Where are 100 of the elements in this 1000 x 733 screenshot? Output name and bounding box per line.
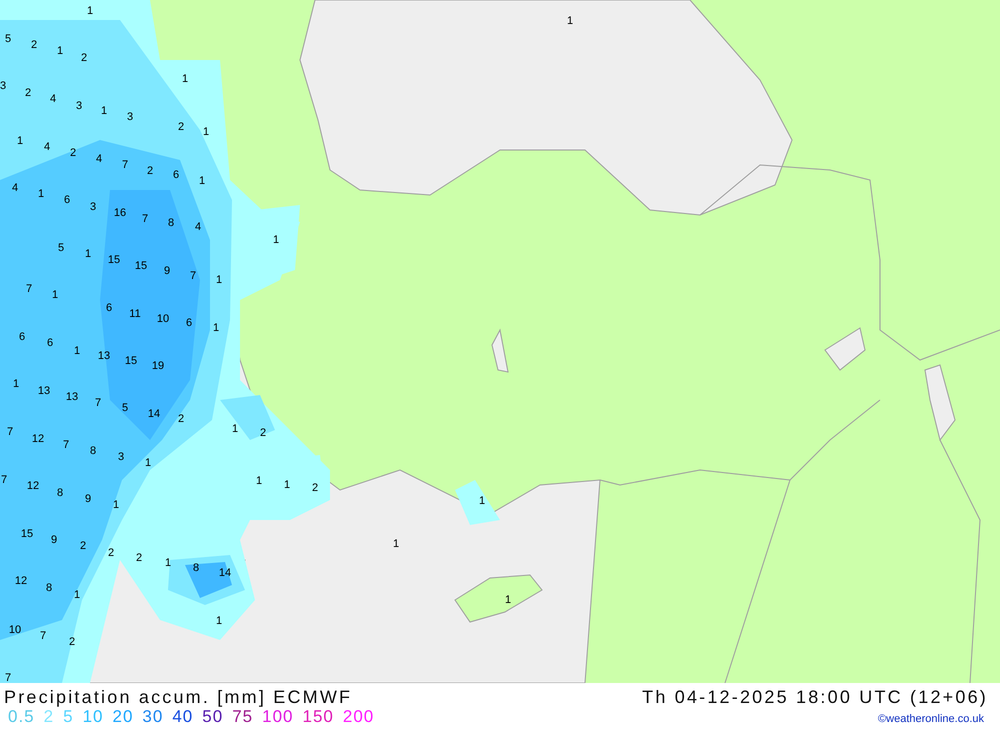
precipitation-value-label: 9 [50,534,58,546]
precipitation-value-label: 16 [114,207,126,219]
precipitation-value-label: 14 [148,408,160,420]
precipitation-value-label: 6 [18,331,26,343]
precipitation-value-label: 10 [8,624,22,636]
precipitation-value-label: 8 [192,562,200,574]
precipitation-value-label: 1 [86,5,94,17]
precipitation-value-label: 1 [56,45,64,57]
precipitation-value-label: 15 [124,355,138,367]
legend-value: 10 [82,707,104,727]
precipitation-value-label: 7 [6,426,14,438]
precipitation-value-label: 13 [38,385,50,397]
credit-text: ©weatheronline.co.uk [878,712,984,726]
precipitation-value-label: 1 [16,135,24,147]
precipitation-value-label: 9 [164,265,170,277]
precipitation-value-label: 6 [186,317,192,329]
precipitation-value-label: 2 [146,165,154,177]
precipitation-value-label: 2 [70,147,76,159]
precipitation-value-label: 12 [14,575,28,587]
precipitation-value-label: 1 [198,175,206,187]
precipitation-value-label: 3 [126,111,134,123]
precipitation-value-label: 6 [46,337,54,349]
precipitation-value-label: 6 [106,302,112,314]
precipitation-value-label: 9 [84,493,92,505]
legend-value: 200 [342,707,374,727]
precipitation-value-label: 15 [134,260,148,272]
legend-value: 5 [63,707,74,727]
precipitation-value-label: 7 [62,439,70,451]
precipitation-value-label: 12 [26,480,40,492]
legend-value: 150 [302,707,334,727]
precipitation-value-label: 2 [260,427,266,439]
precipitation-value-label: 7 [4,672,12,683]
precipitation-value-label: 4 [44,141,50,153]
precipitation-value-label: 2 [178,121,184,133]
precipitation-value-label: 5 [4,33,12,45]
precipitation-value-label: 1 [212,322,220,334]
precipitation-value-label: 2 [136,552,142,564]
precipitation-value-label: 2 [80,540,86,552]
legend-value: 30 [142,707,164,727]
precipitation-value-label: 15 [108,254,120,266]
precipitation-value-label: 6 [172,169,180,181]
precipitation-value-label: 3 [118,451,124,463]
precipitation-value-label: 1 [182,73,188,85]
precipitation-value-label: 7 [0,474,8,486]
precipitation-value-label: 1 [74,345,80,357]
precipitation-value-label: 8 [46,582,52,594]
precipitation-value-label: 1 [272,234,280,246]
precipitation-value-label: 1 [112,499,120,511]
precipitation-value-label: 19 [152,360,164,372]
precipitation-value-label: 2 [80,52,88,64]
precipitation-value-label: 1 [100,105,108,117]
precipitation-value-label: 1 [216,274,222,286]
precipitation-value-label: 2 [178,413,184,425]
precipitation-value-label: 5 [58,242,64,254]
precipitation-value-label: 4 [194,221,202,233]
precipitation-value-label: 2 [30,39,38,51]
legend-value: 75 [232,707,254,727]
valid-time: Th 04-12-2025 18:00 UTC (12+06) [642,687,988,707]
precipitation-value-label: 7 [142,213,148,225]
precipitation-value-label: 6 [64,194,70,206]
precipitation-value-label: 1 [566,15,574,27]
precipitation-value-label: 7 [40,630,46,642]
legend-value: 100 [262,707,294,727]
precipitation-value-label: 4 [12,182,18,194]
precipitation-value-label: 7 [94,397,102,409]
precipitation-value-label: 2 [312,482,318,494]
precipitation-value-label: 1 [392,538,400,550]
precipitation-value-label: 4 [96,153,102,165]
precipitation-value-label: 2 [24,87,32,99]
precipitation-value-label: 1 [216,615,222,627]
precipitation-value-label: 11 [129,308,141,320]
precipitation-value-label: 2 [108,547,114,559]
precipitation-value-label: 8 [56,487,64,499]
precipitation-value-label: 1 [12,378,20,390]
legend-value: 40 [172,707,194,727]
precipitation-value-label: 1 [144,457,152,469]
precipitation-value-label: 1 [478,495,486,507]
precipitation-value-label: 7 [190,270,196,282]
precipitation-value-label: 3 [0,80,6,92]
precipitation-value-label: 1 [38,188,44,200]
precipitation-value-label: 3 [90,201,96,213]
precipitation-value-label: 1 [84,248,92,260]
precipitation-value-label: 1 [202,126,210,138]
map-title: Precipitation accum. [mm] ECMWF [4,687,352,707]
precipitation-value-label: 12 [32,433,44,445]
precipitation-value-label: 13 [66,391,78,403]
precipitation-value-label: 8 [90,445,96,457]
precipitation-value-label: 1 [284,479,290,491]
precipitation-value-label: 1 [74,589,80,601]
precipitation-value-label: 5 [122,402,128,414]
precipitation-value-label: 3 [76,100,82,112]
precipitation-value-label: 1 [256,475,262,487]
precipitation-value-label: 2 [68,636,76,648]
precipitation-value-label: 10 [156,313,170,325]
precipitation-value-label: 4 [50,93,56,105]
legend-value: 20 [112,707,134,727]
precipitation-value-label: 13 [98,350,110,362]
precipitation-value-label: 1 [504,594,512,606]
precipitation-value-label: 1 [232,423,238,435]
precipitation-value-label: 7 [26,283,32,295]
